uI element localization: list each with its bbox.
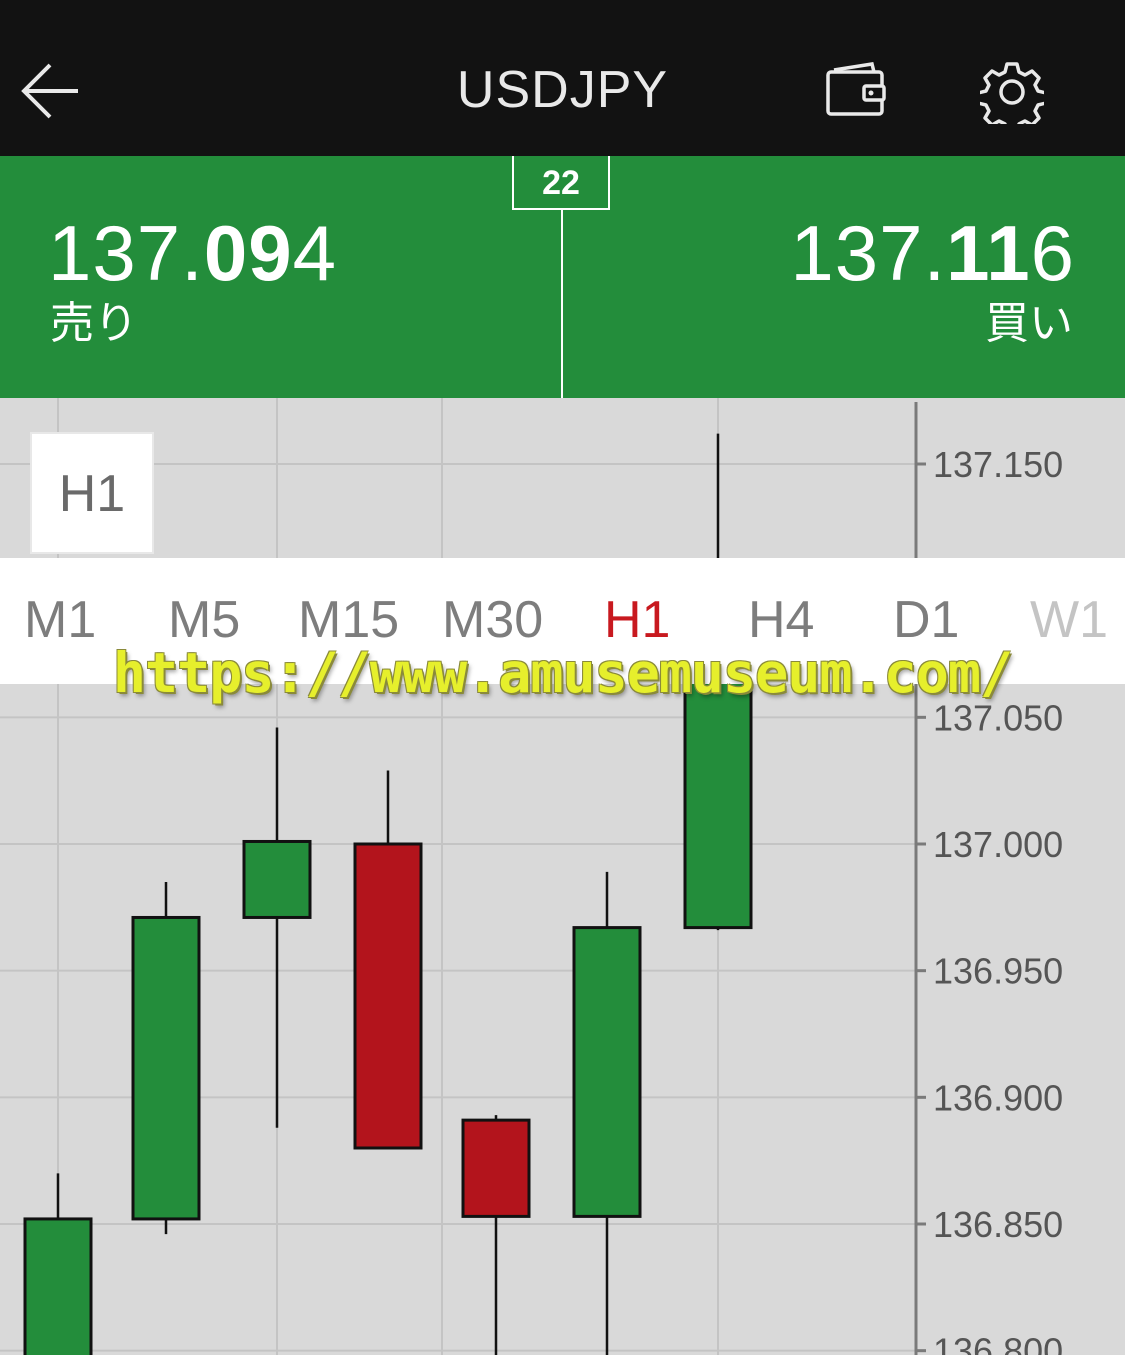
sell-button[interactable]: 137.094 売り: [0, 156, 562, 398]
sell-price-prefix: 137.: [48, 209, 204, 297]
timeframe-d1[interactable]: D1: [893, 588, 959, 652]
timeframe-m5[interactable]: M5: [168, 588, 240, 652]
spread-badge: 22: [512, 156, 610, 210]
spread-divider: [561, 210, 563, 398]
candle-body: [242, 839, 312, 919]
candlestick-chart: 137.150 137.050 137.000 136.950 136.900 136.8…: [0, 398, 1063, 1355]
buy-price: 137.116: [790, 208, 1075, 298]
price-axis-label: 136.800: [933, 1331, 1063, 1355]
price-axis-label: 136.950: [933, 951, 1063, 992]
buy-price-prefix: 137.: [790, 209, 947, 297]
timeframe-m30[interactable]: M30: [442, 588, 543, 652]
timeframe-w1[interactable]: W1: [1030, 588, 1108, 652]
gear-icon: [976, 62, 1048, 134]
candle-body: [131, 915, 201, 1221]
price-chart[interactable]: 137.150 137.050 137.000 136.950 136.900 136.8…: [0, 398, 1125, 1355]
candle-body: [461, 1118, 531, 1218]
price-axis-label: 137.000: [933, 824, 1063, 865]
timeframe-h1[interactable]: H1: [604, 588, 670, 652]
price-axis-label: 136.850: [933, 1204, 1063, 1245]
timeframe-m15[interactable]: M15: [298, 588, 399, 652]
sell-price-pips: 09: [203, 209, 293, 297]
buy-label: 買い: [985, 299, 1073, 348]
page-title: USDJPY: [456, 61, 669, 119]
sell-label: 売り: [50, 299, 138, 348]
sell-price-fraction: 4: [292, 209, 337, 297]
wallet-icon: [826, 62, 886, 116]
price-axis-label: 137.150: [933, 444, 1063, 485]
candle-body: [23, 1217, 93, 1355]
timeframe-m1[interactable]: M1: [24, 588, 96, 652]
wallet-button[interactable]: [824, 60, 888, 120]
buy-button[interactable]: 137.116 買い: [563, 156, 1125, 398]
quote-panel: 137.094 売り 137.116 買い 22: [0, 156, 1125, 398]
price-axis-label: 136.900: [933, 1077, 1063, 1118]
timeframe-h4[interactable]: H4: [748, 588, 814, 652]
sell-price: 137.094: [48, 208, 337, 298]
settings-button[interactable]: [976, 60, 1048, 134]
current-timeframe-badge[interactable]: H1: [30, 432, 154, 554]
buy-price-fraction: 6: [1030, 209, 1075, 297]
buy-price-pips: 11: [946, 209, 1031, 297]
timeframe-selector: M1 M5 M15 M30 H1 H4 D1 W1: [0, 558, 1125, 684]
candle-body: [572, 926, 642, 1218]
candle-body: [683, 665, 753, 930]
app-header: USDJPY: [0, 0, 1125, 156]
candle-body: [353, 842, 423, 1150]
price-axis-label: 137.050: [933, 697, 1063, 738]
